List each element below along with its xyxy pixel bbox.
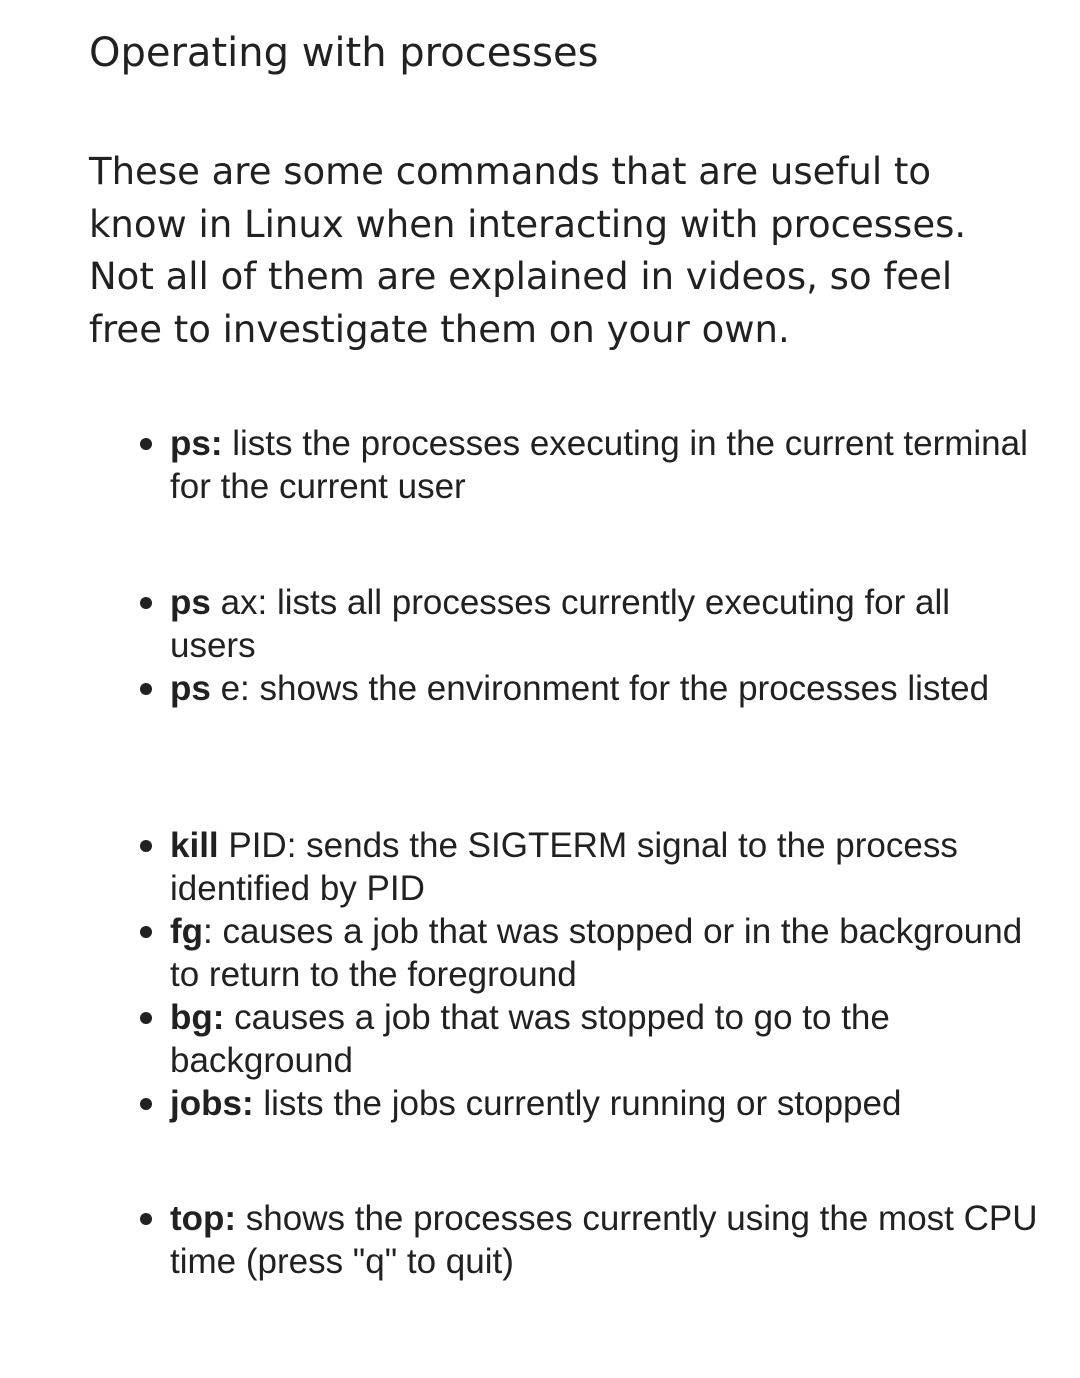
bullet-icon [140,1098,152,1110]
document-page: Operating with processes These are some … [0,0,1080,1378]
intro-paragraph: These are some commands that are useful … [89,150,967,351]
command-description: causes a job that was stopped to go to t… [170,998,890,1080]
command-description: PID: sends the SIGTERM signal to the pro… [170,826,958,908]
command-description: shows the processes currently using the … [170,1199,1038,1281]
command-name: kill [170,826,219,865]
command-description: ax: lists all processes currently execut… [170,583,951,665]
bullet-icon [140,683,152,695]
bullet-icon [140,597,152,609]
command-name: ps: [170,424,223,463]
command-name: bg: [170,998,225,1037]
command-description: lists the jobs currently running or stop… [253,1084,902,1123]
bullet-icon [140,840,152,852]
bullet-icon [140,1213,152,1225]
command-description: lists the processes executing in the cur… [170,424,1028,506]
command-name: jobs: [170,1084,254,1123]
list-item: top: shows the processes currently using… [0,1197,1080,1283]
command-list-ps-options: ps ax: lists all processes currently exe… [0,581,1080,710]
bullet-icon [140,926,152,938]
bullet-icon [140,438,152,450]
list-item: kill PID: sends the SIGTERM signal to th… [0,824,1080,910]
page-title: Operating with processes [89,30,599,76]
list-item: ps ax: lists all processes currently exe… [0,581,1080,667]
command-name: ps [170,583,211,622]
list-item: jobs: lists the jobs currently running o… [0,1082,1080,1125]
command-name: top: [170,1199,237,1238]
command-description: e: shows the environment for the process… [210,669,990,708]
list-item: ps: lists the processes executing in the… [0,422,1080,508]
command-list-job-control: kill PID: sends the SIGTERM signal to th… [0,824,1080,1125]
list-item: bg: causes a job that was stopped to go … [0,996,1080,1082]
command-name: fg [170,912,204,951]
command-description: : causes a job that was stopped or in th… [170,912,1023,994]
list-item: ps e: shows the environment for the proc… [0,667,1080,710]
command-name: ps [170,669,211,708]
command-list-ps: ps: lists the processes executing in the… [0,422,1080,508]
command-list-top: top: shows the processes currently using… [0,1197,1080,1283]
bullet-icon [140,1012,152,1024]
list-item: fg: causes a job that was stopped or in … [0,910,1080,996]
